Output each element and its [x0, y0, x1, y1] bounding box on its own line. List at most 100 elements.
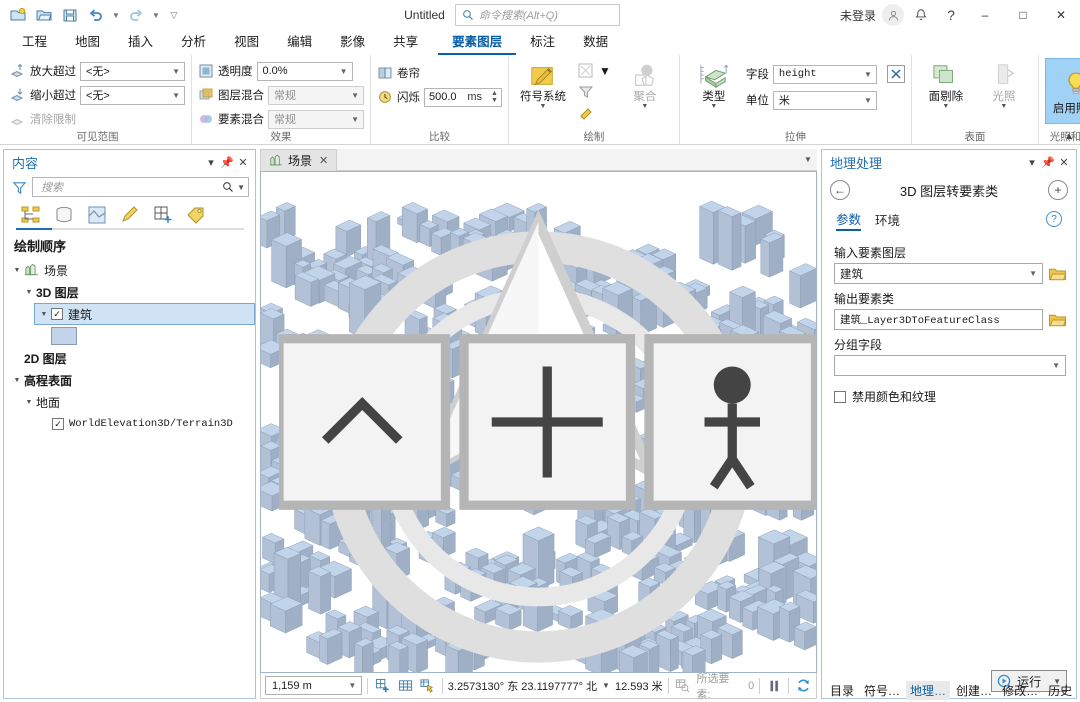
add-to-favorites-button[interactable]: + [1048, 180, 1068, 200]
ribbon-tab-view[interactable]: 视图 [220, 30, 273, 55]
clear-limits-row[interactable]: 清除限制 [10, 108, 185, 130]
help-icon[interactable]: ? [1046, 211, 1062, 227]
expand-arrow-icon[interactable]: ▼ [10, 377, 24, 384]
input-feature-layer-combo[interactable]: 建筑 ▼ [834, 263, 1043, 284]
extrusion-field-combo[interactable]: height ▼ [772, 64, 877, 84]
layer-blending-combo[interactable]: 常规 ▼ [268, 85, 364, 105]
geoprocessing-pin-icon[interactable]: 📌 [1040, 153, 1056, 171]
dock-tab-geoprocessing[interactable]: 地理… [906, 680, 951, 700]
contents-search-input[interactable]: 搜索 ▼ [32, 177, 249, 197]
scene-view[interactable] [260, 171, 817, 673]
geoprocessing-close-icon[interactable]: ✕ [1056, 153, 1072, 171]
ribbon-tab-labeling[interactable]: 标注 [516, 30, 569, 55]
group-field-combo[interactable]: ▼ [834, 355, 1066, 376]
view-tab-menu-icon[interactable]: ▼ [799, 149, 817, 171]
expand-arrow-icon[interactable]: ▼ [22, 289, 36, 296]
contents-close-icon[interactable]: ✕ [235, 153, 251, 171]
avatar[interactable] [882, 4, 904, 26]
dock-tab-history[interactable]: 历史 [1044, 681, 1076, 700]
browse-folder-icon[interactable] [1049, 313, 1066, 327]
flicker-stepper[interactable]: ▲ ▼ [488, 89, 501, 106]
ribbon-tab-edit[interactable]: 编辑 [273, 30, 326, 55]
face-culling-dropdown-icon[interactable]: ▼ [942, 103, 949, 110]
browse-folder-icon[interactable] [1049, 267, 1066, 281]
filter-icon[interactable] [10, 180, 28, 195]
list-by-editing-icon[interactable] [115, 202, 145, 228]
pause-drawing-icon[interactable] [765, 676, 783, 696]
tab-environments[interactable]: 环境 [875, 207, 900, 231]
lighting-dropdown-icon[interactable]: ▼ [1000, 103, 1007, 110]
disable-color-texture-row[interactable]: 禁用颜色和纹理 [834, 388, 1066, 405]
dock-tab-create[interactable]: 创建… [952, 681, 996, 700]
notifications-icon[interactable] [908, 4, 934, 26]
account-label[interactable]: 未登录 [840, 7, 876, 24]
minimize-button[interactable]: – [968, 1, 1002, 30]
layer-visibility-checkbox[interactable]: ✓ [51, 308, 63, 320]
add-data-icon[interactable] [373, 676, 391, 696]
view-tab-scene[interactable]: 场景 ✕ [260, 149, 338, 171]
symbol-tool-row[interactable] [577, 103, 611, 123]
customize-qat-icon[interactable]: ▽ [164, 4, 184, 26]
list-by-drawing-order-icon[interactable] [16, 202, 46, 228]
back-button[interactable]: ← [830, 180, 850, 200]
view-tab-close-icon[interactable]: ✕ [319, 154, 328, 167]
dock-tab-catalog[interactable]: 目录 [826, 681, 858, 700]
extrusion-type-button[interactable]: 类型 ▼ [686, 60, 742, 110]
on-screen-navigator-toolbar[interactable] [279, 172, 817, 672]
expand-arrow-icon[interactable]: ▼ [22, 399, 36, 406]
redo-icon[interactable] [124, 4, 148, 26]
ribbon-tab-insert[interactable]: 插入 [114, 30, 167, 55]
geoprocessing-menu-icon[interactable]: ▾ [1024, 153, 1040, 171]
zoom-in-beyond-combo[interactable]: <无> ▼ [80, 61, 185, 81]
symbology-button[interactable]: 符号系统 ▼ [515, 60, 571, 110]
enable-lighting-button[interactable]: 启用照明 [1044, 58, 1080, 124]
tree-item-terrain3d[interactable]: ✓ WorldElevation3D/Terrain3D [4, 413, 255, 435]
list-by-selection-icon[interactable] [82, 202, 112, 228]
command-search-input[interactable]: 命令搜索(Alt+Q) [454, 4, 620, 26]
aggregation-dropdown-icon[interactable]: ▼ [641, 103, 648, 110]
terrain-visibility-checkbox[interactable]: ✓ [52, 418, 64, 430]
close-button[interactable]: ✕ [1044, 1, 1078, 30]
symbology-dropdown-icon[interactable]: ▼ [540, 103, 547, 110]
list-by-snapping-icon[interactable] [148, 202, 178, 228]
ribbon-tab-share[interactable]: 共享 [379, 30, 432, 55]
ribbon-tab-imagery[interactable]: 影像 [326, 30, 379, 55]
ribbon-tab-project[interactable]: 工程 [8, 30, 61, 55]
output-feature-class-input[interactable]: 建筑_Layer3DToFeatureClass [834, 309, 1043, 330]
undo-icon[interactable] [84, 4, 108, 26]
tree-item-scene[interactable]: ▼ 场景 [4, 259, 255, 281]
list-by-labeling-icon[interactable] [181, 202, 211, 228]
aggregation-button[interactable]: 聚合 ▼ [617, 60, 673, 110]
filter-row[interactable] [577, 82, 611, 102]
search-icon[interactable] [222, 181, 234, 193]
swipe-row[interactable]: 卷帘 [377, 62, 502, 84]
search-options-icon[interactable]: ▼ [237, 183, 245, 192]
save-project-icon[interactable] [58, 4, 82, 26]
tree-item-2d-layers[interactable]: 2D 图层 [4, 347, 255, 369]
lighting-button[interactable]: 光照 ▼ [976, 60, 1032, 110]
feature-blending-combo[interactable]: 常规 ▼ [268, 109, 364, 129]
expand-arrow-icon[interactable]: ▼ [37, 311, 51, 318]
transparency-combo[interactable]: 0.0% ▼ [256, 61, 353, 81]
coordinate-format-icon[interactable]: ▼ [602, 681, 610, 690]
extrusion-unit-combo[interactable]: 米 ▼ [772, 90, 877, 110]
grid-icon[interactable] [396, 676, 414, 696]
zoom-out-beyond-combo[interactable]: <无> ▼ [80, 85, 185, 105]
extrusion-expression-button[interactable] [886, 65, 905, 83]
undo-dropdown-icon[interactable]: ▼ [110, 4, 122, 26]
tree-item-elevation-surfaces[interactable]: ▼ 高程表面 [4, 369, 255, 391]
contents-pin-icon[interactable]: 📌 [219, 153, 235, 171]
explore-icon[interactable] [419, 676, 437, 696]
ribbon-tab-map[interactable]: 地图 [61, 30, 114, 55]
dock-tab-modify[interactable]: 修改… [998, 681, 1042, 700]
tree-item-symbol-swatch[interactable] [4, 325, 255, 347]
ribbon-tab-feature-layer[interactable]: 要素图层 [438, 30, 517, 55]
display-filters-row[interactable]: ▼ [577, 61, 611, 81]
new-project-icon[interactable] [6, 4, 30, 26]
collapse-ribbon-icon[interactable]: ▲ [1064, 131, 1074, 142]
tree-item-ground[interactable]: ▼ 地面 [4, 391, 255, 413]
layer-symbol-swatch[interactable] [51, 327, 77, 345]
flicker-spinner[interactable]: 500.0 ms ▲ ▼ [424, 87, 502, 107]
expand-arrow-icon[interactable]: ▼ [10, 267, 24, 274]
disable-color-texture-checkbox[interactable] [834, 390, 846, 403]
